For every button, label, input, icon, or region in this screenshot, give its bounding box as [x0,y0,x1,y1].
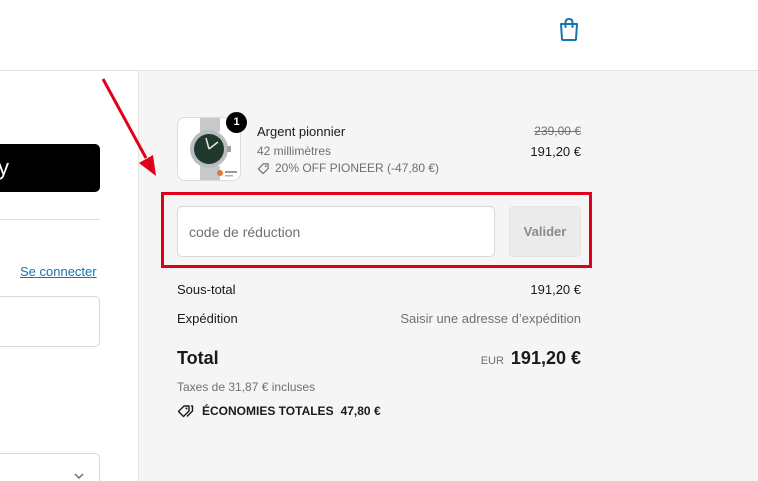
savings-label: ÉCONOMIES TOTALES [202,404,334,418]
header-bar [0,0,758,71]
subtotal-value: 191,20 € [530,282,581,297]
tags-icon [177,405,194,418]
total-value: EUR 191,20 € [481,348,581,369]
taxes-note: Taxes de 31,87 € incluses [177,380,316,394]
product-price: 191,20 € [530,144,581,159]
checkout-form-panel: y Se connecter [0,71,139,481]
country-select[interactable] [0,453,100,481]
product-name: Argent pionnier [257,124,346,139]
product-variant: 42 millimètres [257,144,332,158]
total-label: Total [177,348,219,368]
chevron-down-icon [74,473,84,480]
express-checkout-button[interactable]: y [0,144,100,192]
contact-input[interactable] [0,296,100,347]
shipping-value: Saisir une adresse d’expédition [400,311,581,326]
highlight-box [161,192,592,268]
total-amount: 191,20 € [510,348,581,368]
quantity-badge: 1 [226,112,247,133]
login-link[interactable]: Se connecter [20,264,97,279]
shopping-bag-icon[interactable] [557,16,581,42]
total-savings: ÉCONOMIES TOTALES 47,80 € [177,404,381,418]
currency-code: EUR [480,355,504,367]
product-discount: 20% OFF PIONEER (-47,80 €) [257,161,439,175]
product-discount-label: 20% OFF PIONEER (-47,80 €) [275,161,440,175]
tag-icon [257,162,269,174]
original-price: 239,00 € [534,124,581,138]
subtotal-label: Sous-total [177,282,236,297]
shipping-label: Expédition [177,311,238,326]
divider [0,219,100,220]
order-summary-panel: 1 Argent pionnier 42 millimètres 20% OFF… [139,71,758,481]
savings-value: 47,80 € [340,404,381,418]
